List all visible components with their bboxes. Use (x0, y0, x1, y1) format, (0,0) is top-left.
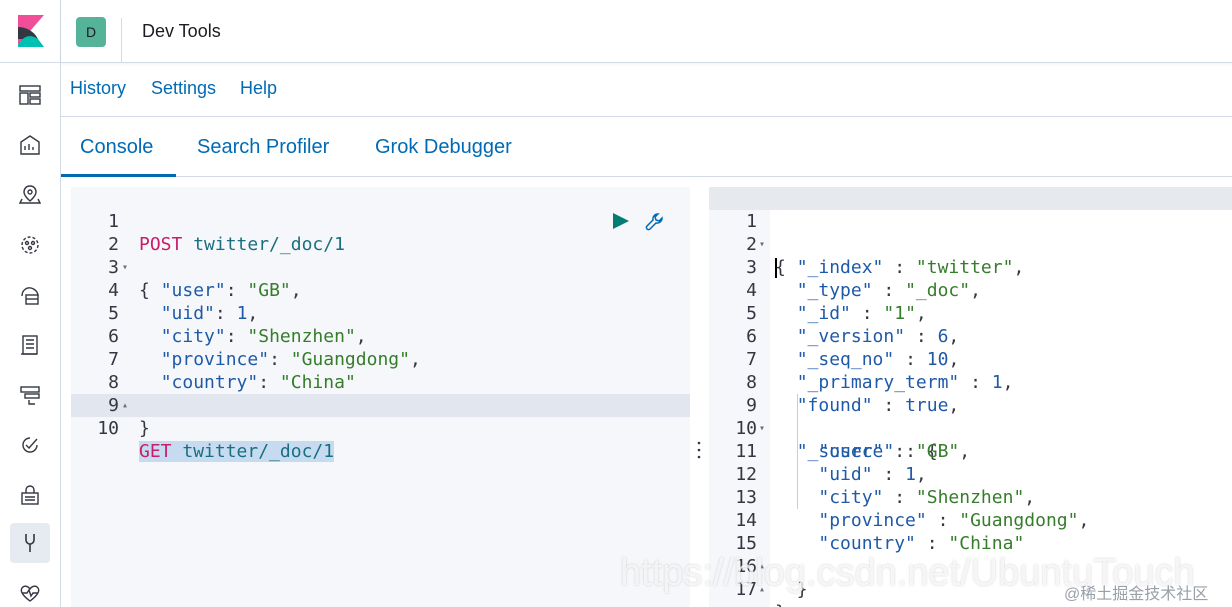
response-line: 13 "province" : "Guangdong", (709, 463, 1232, 531)
ml-icon[interactable] (16, 231, 44, 259)
tab-selected-indicator (61, 174, 176, 177)
http-method: GET (139, 441, 172, 462)
response-line: 3 "_type" : "_doc", (709, 233, 1232, 301)
siem-icon[interactable] (16, 481, 44, 509)
request-url: twitter/_doc/1 (182, 441, 335, 462)
response-line: 4 "_id" : "1", (709, 256, 1232, 324)
response-line: 2 "_index" : "twitter", (709, 210, 1232, 278)
request-line: 9 (71, 371, 690, 416)
response-line: 8 "found" : true, (709, 348, 1232, 416)
uptime-icon[interactable] (16, 431, 44, 459)
monitoring-icon[interactable] (16, 579, 44, 607)
request-line: 4 "uid": 1, (71, 256, 690, 324)
request-line: 3 "user": "GB", (71, 233, 690, 301)
apm-icon[interactable] (16, 381, 44, 409)
history-link[interactable]: History (70, 78, 126, 99)
play-icon[interactable] (612, 212, 630, 230)
tabs: Console Search Profiler Grok Debugger (61, 117, 1232, 177)
side-nav (0, 63, 61, 607)
page-title: Dev Tools (142, 21, 221, 41)
settings-link[interactable]: Settings (151, 78, 216, 99)
request-line: 1 POST twitter/_doc/1 (71, 187, 690, 255)
dev-tools-icon[interactable] (10, 523, 50, 563)
kibana-logo-icon (18, 15, 44, 47)
response-line: 11 "uid" : 1, (709, 417, 1232, 485)
response-line: 7 "_primary_term" : 1, (709, 325, 1232, 393)
response-line: 15 ▴ } (709, 509, 1232, 600)
response-line: 12 "city" : "Shenzhen", (709, 440, 1232, 508)
request-line: 6 "province": "Guangdong", (71, 302, 690, 370)
response-line: 9 ▾ "_source" : { (709, 371, 1232, 462)
request-line: 5 "city": "Shenzhen", (71, 279, 690, 347)
kibana-logo[interactable] (0, 0, 61, 63)
space-avatar[interactable]: D (76, 17, 106, 47)
maps-icon[interactable] (16, 181, 44, 209)
infrastructure-icon[interactable] (16, 281, 44, 309)
request-actions (612, 210, 672, 233)
wrench-icon[interactable] (644, 211, 666, 233)
request-editor[interactable]: 1 POST twitter/_doc/1 2 ▾ { 3 "user": "G… (71, 187, 690, 607)
panel-resize-handle[interactable] (696, 440, 702, 460)
juejin-watermark: @稀土掘金技术社区 (1064, 586, 1209, 603)
canvas-icon[interactable] (16, 131, 44, 159)
tab-grok-debugger[interactable]: Grok Debugger (375, 136, 512, 159)
request-line: 2 ▾ { (71, 210, 690, 301)
header: D Dev Tools (61, 0, 1232, 63)
response-line: 10 "user" : "GB", (709, 394, 1232, 462)
response-line: 6 "_seq_no" : 10, (709, 302, 1232, 370)
line-number: 10 (97, 418, 119, 439)
response-line: 14 "country" : "China" (709, 486, 1232, 554)
dashboard-icon[interactable] (16, 81, 44, 109)
response-editor[interactable]: 1 ▾ { 2 "_index" : "twitter", 3 "_type" … (709, 187, 1232, 607)
help-link[interactable]: Help (240, 78, 277, 99)
logs-icon[interactable] (16, 331, 44, 359)
header-divider (121, 18, 122, 62)
tab-search-profiler[interactable]: Search Profiler (197, 136, 329, 159)
response-line: 5 "_version" : 6, (709, 279, 1232, 347)
request-line: 10 GET twitter/_doc/1 (71, 394, 690, 462)
top-menu: History Settings Help (61, 63, 1232, 117)
json-brace: } (139, 418, 150, 439)
tab-console[interactable]: Console (80, 136, 153, 159)
json-brace: } (775, 601, 786, 607)
request-line: 8 ▴ } (71, 348, 690, 439)
request-line: 7 "country": "China" (71, 325, 690, 393)
response-line: 1 ▾ { (709, 187, 1232, 278)
